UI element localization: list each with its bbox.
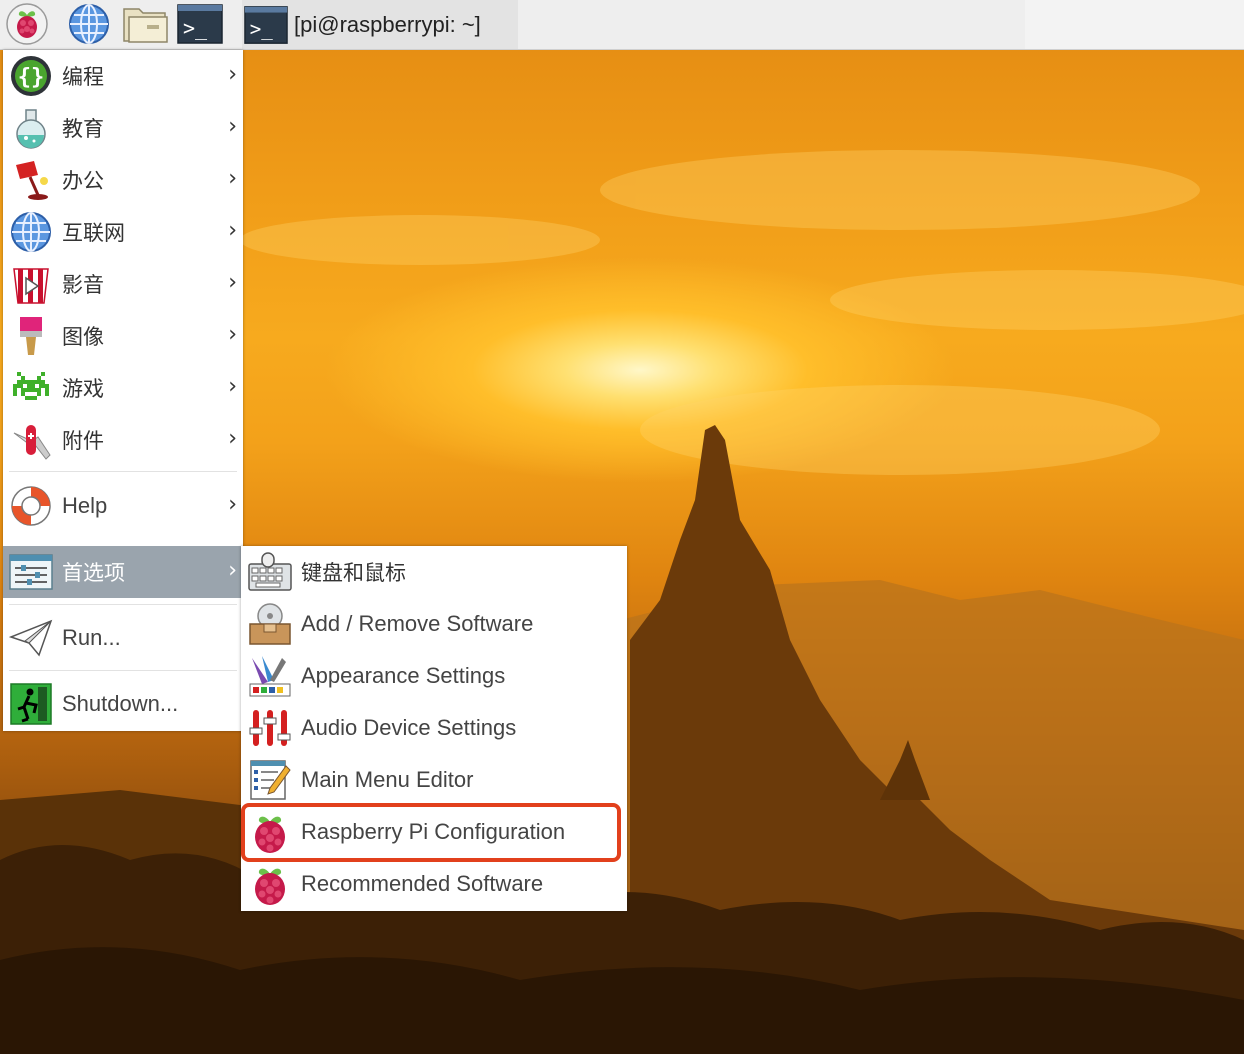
- chevron-right-icon: ›: [228, 322, 237, 347]
- menu-item-run[interactable]: Run...: [3, 612, 243, 664]
- running-man-icon: [10, 683, 52, 725]
- flask-icon: [16, 109, 46, 149]
- chevron-right-icon: ›: [228, 426, 237, 451]
- raspberry-menu-icon: [6, 3, 48, 45]
- menu-separator: [9, 670, 237, 671]
- terminal-button[interactable]: >_: [176, 3, 224, 45]
- menu-item-programming[interactable]: {} 编程 ›: [3, 50, 243, 102]
- menu-item-office[interactable]: 办公 ›: [3, 154, 243, 206]
- menu-item-label: 游戏: [62, 377, 104, 401]
- main-menu: {} 编程 › 教育 › 办公 › 互联网 › 影音 › 图像 › 游戏 › 附…: [3, 50, 243, 731]
- popcorn-icon: [13, 268, 49, 304]
- menu-item-label: Run...: [62, 625, 121, 650]
- taskbar: >_ >_ [pi@raspberrypi: ~]: [0, 0, 1244, 50]
- menu-editor-icon: [250, 760, 291, 800]
- window-title: [pi@raspberrypi: ~]: [294, 11, 481, 37]
- menu-item-accessories[interactable]: 附件 ›: [3, 414, 243, 466]
- menu-item-label: 办公: [62, 169, 104, 193]
- preferences-sliders-icon: [9, 554, 53, 590]
- menu-separator: [9, 604, 237, 605]
- submenu-item-main-menu-editor[interactable]: Main Menu Editor: [241, 754, 627, 806]
- menu-separator: [9, 471, 237, 472]
- menu-item-sound-video[interactable]: 影音 ›: [3, 258, 243, 310]
- terminal-window-icon: >_: [244, 5, 288, 44]
- menu-item-label: 首选项: [62, 561, 125, 585]
- submenu-item-label: Main Menu Editor: [301, 767, 474, 792]
- submenu-item-label: Recommended Software: [301, 871, 544, 896]
- chevron-right-icon: ›: [228, 374, 237, 399]
- menu-item-shutdown[interactable]: Shutdown...: [3, 678, 243, 730]
- menu-item-education[interactable]: 教育 ›: [3, 102, 243, 154]
- svg-text:>_: >_: [183, 16, 208, 40]
- taskbar-tray-area: [1025, 0, 1244, 49]
- paper-plane-icon: [9, 619, 53, 657]
- raspberry-menu-button[interactable]: [4, 3, 50, 45]
- submenu-item-label: Appearance Settings: [301, 663, 506, 688]
- web-browser-button[interactable]: [66, 3, 112, 45]
- globe-icon: [11, 212, 51, 252]
- submenu-item-appearance-settings[interactable]: Appearance Settings: [241, 650, 627, 702]
- taskbar-window-terminal[interactable]: >_ [pi@raspberrypi: ~]: [242, 0, 518, 49]
- submenu-item-keyboard-mouse[interactable]: 键盘和鼠标: [241, 546, 627, 598]
- desk-lamp-icon: [16, 161, 48, 200]
- code-braces-icon: {}: [11, 56, 51, 96]
- submenu-item-add-remove-software[interactable]: Add / Remove Software: [241, 598, 627, 650]
- menu-item-preferences[interactable]: 首选项 ›: [3, 546, 243, 598]
- menu-item-help[interactable]: Help ›: [3, 480, 243, 532]
- menu-item-label: 互联网: [62, 221, 125, 245]
- chevron-right-icon: ›: [228, 218, 237, 243]
- menu-item-label: Shutdown...: [62, 691, 179, 716]
- chevron-right-icon: ›: [228, 492, 237, 517]
- web-browser-icon: [69, 4, 109, 44]
- chevron-right-icon: ›: [228, 114, 237, 139]
- space-invader-icon: [13, 372, 49, 400]
- annotation-highlight-box: [241, 803, 621, 862]
- menu-item-internet[interactable]: 互联网 ›: [3, 206, 243, 258]
- submenu-item-label: 键盘和鼠标: [301, 561, 406, 585]
- submenu-item-label: Audio Device Settings: [301, 715, 517, 740]
- lifebuoy-icon: [11, 486, 51, 526]
- submenu-item-recommended-software[interactable]: Recommended Software: [241, 858, 627, 910]
- raspberry-icon: [255, 868, 285, 905]
- software-package-icon: [249, 603, 291, 645]
- menu-item-label: Help: [62, 493, 108, 518]
- paintbrush-icon: [20, 317, 42, 355]
- svg-text:{}: {}: [18, 65, 45, 90]
- terminal-icon: >_: [177, 4, 223, 44]
- file-manager-icon: [123, 8, 168, 43]
- appearance-palette-icon: [249, 656, 291, 697]
- chevron-right-icon: ›: [228, 270, 237, 295]
- chevron-right-icon: ›: [228, 558, 237, 583]
- submenu-item-label: Add / Remove Software: [301, 611, 534, 636]
- menu-item-label: 图像: [62, 325, 104, 349]
- menu-item-label: 附件: [62, 429, 104, 453]
- menu-item-label: 编程: [62, 65, 104, 89]
- menu-item-graphics[interactable]: 图像 ›: [3, 310, 243, 362]
- chevron-right-icon: ›: [228, 62, 237, 87]
- keyboard-mouse-icon: [248, 552, 292, 591]
- submenu-item-audio-device-settings[interactable]: Audio Device Settings: [241, 702, 627, 754]
- svg-text:>_: >_: [250, 17, 274, 40]
- chevron-right-icon: ›: [228, 166, 237, 191]
- pocket-knife-icon: [13, 425, 51, 460]
- menu-item-label: 教育: [62, 117, 104, 141]
- file-manager-button[interactable]: [120, 3, 170, 45]
- audio-mixer-icon: [249, 710, 291, 746]
- menu-item-games[interactable]: 游戏 ›: [3, 362, 243, 414]
- menu-item-label: 影音: [62, 273, 104, 297]
